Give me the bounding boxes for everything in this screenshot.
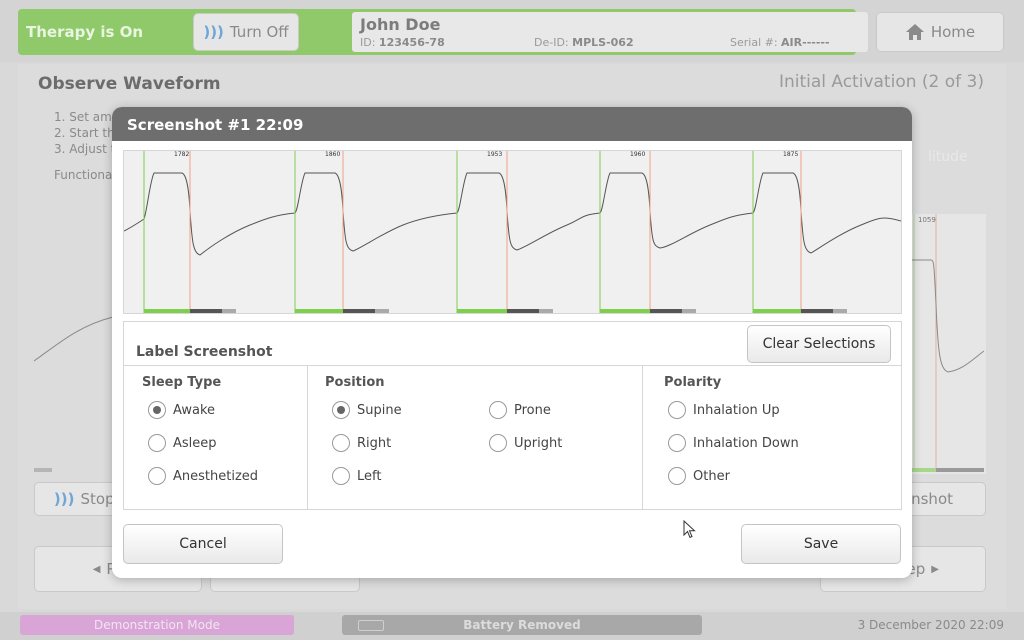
post-stim-bar [343, 309, 375, 313]
therapy-status-panel: Therapy is On ))) Turn Off John Doe ID: … [18, 9, 868, 55]
patient-info: John Doe ID: 123456-78 De-ID: MPLS-062 S… [352, 12, 868, 52]
radio-empty-icon [148, 467, 166, 485]
battery-icon [358, 620, 384, 631]
radio-empty-icon [668, 434, 686, 452]
peak-value-label: 1875 [783, 151, 799, 158]
mouse-cursor-icon [683, 520, 696, 539]
radio-empty-icon [668, 401, 686, 419]
save-button[interactable]: Save [741, 524, 901, 564]
radio-awake[interactable]: Awake [148, 401, 215, 419]
clear-selections-button[interactable]: Clear Selections [747, 325, 891, 363]
radio-selected-icon [148, 401, 166, 419]
post-stim-bar [801, 309, 833, 313]
rest-bar [833, 309, 847, 313]
post-stim-bar [507, 309, 539, 313]
radio-right[interactable]: Right [332, 434, 391, 452]
radio-empty-icon [148, 434, 166, 452]
arrow-left-icon: ◀ [92, 563, 101, 575]
post-stim-bar [650, 309, 682, 313]
status-bar: Demonstration Mode Battery Removed 3 Dec… [0, 612, 1024, 640]
arrow-right-icon: ▶ [931, 563, 939, 575]
radio-empty-icon [332, 467, 350, 485]
patient-id: ID: 123456-78 [360, 36, 445, 49]
radio-other[interactable]: Other [668, 467, 730, 485]
radio-prone[interactable]: Prone [489, 401, 551, 419]
stim-duration-bar [295, 309, 343, 313]
peak-value-label: 1953 [487, 151, 503, 158]
sleep-type-title: Sleep Type [142, 375, 222, 390]
stim-duration-bar [144, 309, 190, 313]
post-stim-bar [190, 309, 222, 313]
stim-duration-bar [457, 309, 507, 313]
stim-duration-bar [600, 309, 650, 313]
radio-empty-icon [668, 467, 686, 485]
demo-mode-badge: Demonstration Mode [20, 615, 294, 635]
patient-name: John Doe [360, 15, 441, 34]
patient-serial: Serial #: AIR------ [730, 36, 830, 49]
radio-supine[interactable]: Supine [332, 401, 402, 419]
position-group: Position Supine Right Left Prone Upright [307, 366, 643, 510]
radio-inhalation-down[interactable]: Inhalation Down [668, 434, 799, 452]
wireless-icon: ))) [203, 23, 224, 41]
radio-selected-icon [332, 401, 350, 419]
battery-status: Battery Removed [342, 615, 702, 635]
turn-off-button[interactable]: ))) Turn Off [193, 13, 299, 51]
peak-value-label: 1782 [174, 151, 190, 158]
radio-left[interactable]: Left [332, 467, 381, 485]
radio-empty-icon [332, 434, 350, 452]
rest-bar [539, 309, 553, 313]
wireless-icon: ))) [53, 490, 75, 508]
home-icon [905, 24, 924, 40]
screenshot-waveform: 1782 1860 1953 1960 1875 [123, 150, 902, 314]
background-peak-label: 1059 [918, 216, 936, 224]
peak-value-label: 1860 [325, 151, 341, 158]
polarity-title: Polarity [664, 375, 722, 390]
rest-bar [682, 309, 696, 313]
sleep-type-group: Sleep Type Awake Asleep Anesthetized [124, 366, 306, 510]
cancel-button[interactable]: Cancel [123, 524, 283, 564]
radio-asleep[interactable]: Asleep [148, 434, 217, 452]
waveform-plot [123, 151, 902, 313]
radio-empty-icon [489, 401, 507, 419]
peak-value-label: 1960 [630, 151, 646, 158]
label-screenshot-panel: Label Screenshot Clear Selections Sleep … [123, 321, 902, 510]
label-screenshot-title: Label Screenshot [136, 344, 273, 360]
screenshot-label-dialog: Screenshot #1 22:09 1782 1860 1953 1960 1875… [112, 107, 912, 578]
therapy-status-text: Therapy is On [26, 23, 144, 41]
radio-anesthetized[interactable]: Anesthetized [148, 467, 258, 485]
radio-upright[interactable]: Upright [489, 434, 562, 452]
stim-duration-bar [753, 309, 801, 313]
polarity-group: Polarity Inhalation Up Inhalation Down O… [642, 366, 901, 510]
date-time: 3 December 2020 22:09 [857, 618, 1004, 632]
home-button[interactable]: Home [876, 12, 1004, 52]
position-title: Position [325, 375, 385, 390]
radio-empty-icon [489, 434, 507, 452]
label-options: Sleep Type Awake Asleep Anesthetized Pos… [124, 365, 901, 510]
radio-inhalation-up[interactable]: Inhalation Up [668, 401, 780, 419]
rest-bar [222, 309, 236, 313]
rest-bar [375, 309, 389, 313]
dialog-title: Screenshot #1 22:09 [112, 107, 912, 141]
patient-deid: De-ID: MPLS-062 [534, 36, 634, 49]
top-bar: Therapy is On ))) Turn Off John Doe ID: … [0, 0, 1024, 62]
